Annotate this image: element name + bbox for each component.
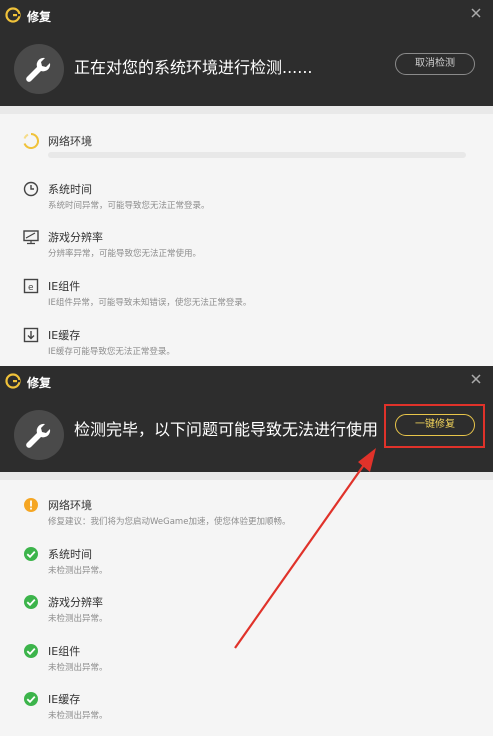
svg-text:e: e — [28, 283, 34, 293]
check-icon — [24, 644, 38, 658]
scan-item-desc: IE缓存可能导致您无法正常登录。 — [48, 347, 175, 357]
check-icon — [24, 595, 38, 609]
loading-spinner-icon — [23, 132, 40, 149]
result-list: 网络环境 修复建议：我们将为您启动WeGame加速，使您体验更加顺畅。 系统时间… — [0, 472, 493, 736]
result-header: 检测完毕，以下问题可能导致无法进行使用 一键修复 — [0, 398, 493, 472]
wrench-icon — [14, 44, 64, 94]
network-progress-bar — [48, 152, 466, 158]
scan-list: 网络环境 系统时间 系统时间异常，可能导致您无法正常登录。 游戏分辨率 分辨率异… — [0, 106, 493, 366]
result-item-label: IE缓存 — [48, 693, 81, 706]
result-status-text: 检测完毕，以下问题可能导致无法进行使用 — [74, 420, 379, 439]
cancel-scan-button[interactable]: 取消检测 — [395, 53, 475, 75]
scan-item-label: 游戏分辨率 — [48, 231, 103, 244]
scan-item-desc: 系统时间异常，可能导致您无法正常登录。 — [48, 201, 210, 211]
scan-status-text: 正在对您的系统环境进行检测...... — [74, 58, 313, 77]
result-item-label: IE组件 — [48, 645, 81, 658]
scan-item-label: IE缓存 — [48, 329, 81, 342]
scan-header: 正在对您的系统环境进行检测...... 取消检测 — [0, 32, 493, 106]
check-icon — [24, 547, 38, 561]
window-title: 修复 — [27, 10, 52, 24]
cache-icon — [23, 327, 39, 343]
warning-icon — [24, 498, 38, 512]
one-click-fix-button[interactable]: 一键修复 — [395, 414, 475, 436]
wegame-logo-icon — [5, 373, 21, 389]
wegame-logo-icon — [5, 7, 21, 23]
check-icon — [24, 692, 38, 706]
result-item-label: 游戏分辨率 — [48, 596, 103, 609]
result-item-label: 系统时间 — [48, 548, 92, 561]
result-item-label: 网络环境 — [48, 499, 92, 512]
scan-item-label: 网络环境 — [48, 135, 92, 148]
result-item-desc: 未检测出异常。 — [48, 566, 108, 576]
scan-item-desc: 分辨率异常，可能导致您无法正常使用。 — [48, 249, 202, 259]
scan-item-label: IE组件 — [48, 280, 81, 293]
scan-window: 修复 正在对您的系统环境进行检测...... 取消检测 网络环境 系统时间 系统… — [0, 0, 493, 366]
result-item-desc: 未检测出异常。 — [48, 663, 108, 673]
ie-icon: e — [23, 278, 39, 294]
scan-item-label: 系统时间 — [48, 183, 92, 196]
monitor-icon — [23, 230, 39, 245]
title-bar: 修复 — [0, 0, 493, 32]
clock-icon — [23, 181, 39, 197]
window-title: 修复 — [27, 376, 52, 390]
wrench-icon — [14, 410, 64, 460]
result-item-desc: 未检测出异常。 — [48, 711, 108, 721]
result-window: 修复 检测完毕，以下问题可能导致无法进行使用 一键修复 网络环境 修复建议：我们… — [0, 366, 493, 736]
result-item-desc: 未检测出异常。 — [48, 614, 108, 624]
close-icon[interactable] — [469, 6, 483, 20]
scan-item-desc: IE组件异常，可能导致未知错误，使您无法正常登录。 — [48, 298, 252, 308]
title-bar: 修复 — [0, 366, 493, 398]
close-icon[interactable] — [469, 372, 483, 386]
result-item-desc: 修复建议：我们将为您启动WeGame加速，使您体验更加顺畅。 — [48, 517, 291, 527]
